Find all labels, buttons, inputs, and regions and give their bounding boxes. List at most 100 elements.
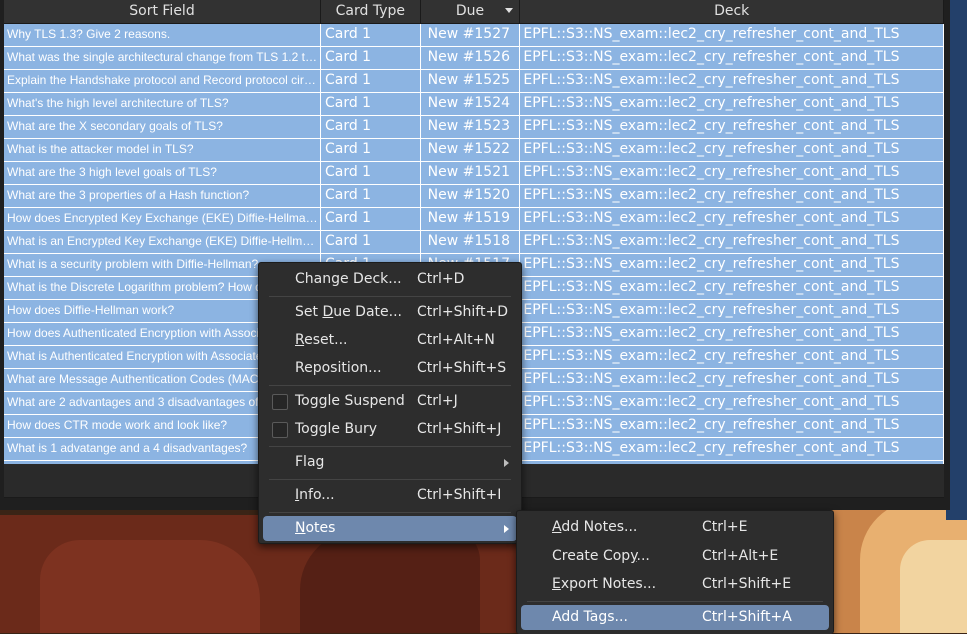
cell-card-type: Card 1 [321,93,421,115]
menu-item-shortcut: Ctrl+Alt+E [702,548,779,564]
cell-deck: EPFL::S3::NS_exam::lec2_cry_refresher_co… [520,24,944,46]
checkbox-icon [272,422,288,438]
cell-sort-field: What are the 3 properties of a Hash func… [4,185,321,207]
sort-descending-icon [505,8,514,13]
cell-deck: EPFL::S3::NS_exam::lec2_cry_refresher_co… [520,93,944,115]
table-row[interactable]: What are the 3 properties of a Hash func… [4,185,944,208]
menu-item-export-notes[interactable]: Export Notes... Ctrl+Shift+E [521,572,829,597]
menu-item-shortcut: Ctrl+Shift+I [417,487,502,503]
menu-item-label: Export Notes... [552,576,657,592]
cell-deck: EPFL::S3::NS_exam::lec2_cry_refresher_co… [520,254,944,276]
cell-due: New #1526 [421,47,521,69]
cell-card-type: Card 1 [321,70,421,92]
context-menu: Change Deck... Ctrl+D Set Due Date... Ct… [258,262,522,544]
menu-item-label: Notes [295,520,336,536]
cell-due: New #1520 [421,185,521,207]
cell-deck: EPFL::S3::NS_exam::lec2_cry_refresher_co… [520,346,944,368]
menu-item-add-notes[interactable]: Add Notes... Ctrl+E [521,515,829,540]
menu-item-shortcut: Ctrl+Shift+E [702,576,792,592]
cell-sort-field: What was the single architectural change… [4,47,321,69]
table-row[interactable]: What's the high level architecture of TL… [4,93,944,116]
table-row[interactable]: What was the single architectural change… [4,47,944,70]
column-header-due-label: Due [455,3,485,19]
menu-item-flag[interactable]: Flag [263,450,517,475]
table-row[interactable]: Why TLS 1.3? Give 2 reasons. Card 1 New #1… [4,24,944,47]
cell-card-type: Card 1 [321,139,421,161]
submenu-arrow-icon [504,525,509,533]
table-row[interactable]: What is the attacker model in TLS? Card 1… [4,139,944,162]
cell-sort-field: What is the attacker model in TLS? [4,139,321,161]
cell-deck: EPFL::S3::NS_exam::lec2_cry_refresher_co… [520,231,944,253]
cell-deck: EPFL::S3::NS_exam::lec2_cry_refresher_co… [520,300,944,322]
checkbox-icon [272,394,288,410]
cell-due: New #1519 [421,208,521,230]
submenu-arrow-icon [504,459,509,467]
cell-deck: EPFL::S3::NS_exam::lec2_cry_refresher_co… [520,415,944,437]
menu-separator [269,296,511,297]
cell-deck: EPFL::S3::NS_exam::lec2_cry_refresher_co… [520,185,944,207]
cell-deck: EPFL::S3::NS_exam::lec2_cry_refresher_co… [520,392,944,414]
menu-item-notes[interactable]: Notes [263,516,517,541]
column-header-due[interactable]: Due [421,0,521,23]
cell-sort-field: How does Encrypted Key Exchange (EKE) Di… [4,208,321,230]
table-row[interactable]: What are the 3 high level goals of TLS? C… [4,162,944,185]
menu-item-shortcut: Ctrl+Shift+D [417,304,508,320]
menu-item-reposition[interactable]: Reposition... Ctrl+Shift+S [263,356,517,381]
menu-separator [269,385,511,386]
menu-item-info[interactable]: Info... Ctrl+Shift+I [263,483,517,508]
cell-due: New #1522 [421,139,521,161]
cell-card-type: Card 1 [321,208,421,230]
menu-item-shortcut: Ctrl+Shift+J [417,421,502,437]
column-header-card-type[interactable]: Card Type [321,0,421,23]
menu-item-change-deck[interactable]: Change Deck... Ctrl+D [263,267,517,292]
menu-item-label: Info... [295,487,335,503]
menu-item-set-due-date[interactable]: Set Due Date... Ctrl+Shift+D [263,300,517,325]
menu-item-label: Reset... [295,332,348,348]
menu-item-shortcut: Ctrl+E [702,519,748,535]
cell-deck: EPFL::S3::NS_exam::lec2_cry_refresher_co… [520,70,944,92]
cell-deck: EPFL::S3::NS_exam::lec2_cry_refresher_co… [520,116,944,138]
cell-due: New #1525 [421,70,521,92]
menu-item-toggle-bury[interactable]: Toggle Bury Ctrl+Shift+J [263,417,517,442]
table-row[interactable]: What is an Encrypted Key Exchange (EKE) … [4,231,944,254]
table-header: Sort Field Card Type Due Deck [4,0,944,24]
cell-sort-field: What's the high level architecture of TL… [4,93,321,115]
cell-card-type: Card 1 [321,185,421,207]
cell-sort-field: Explain the Handshake protocol and Recor… [4,70,321,92]
cell-due: New #1521 [421,162,521,184]
menu-separator [269,512,511,513]
menu-item-label: Set Due Date... [295,304,402,320]
cell-sort-field: What are the X secondary goals of TLS? [4,116,321,138]
cell-deck: EPFL::S3::NS_exam::lec2_cry_refresher_co… [520,438,944,460]
table-row[interactable]: How does Encrypted Key Exchange (EKE) Di… [4,208,944,231]
menu-item-label: Add Tags... [552,609,628,625]
column-header-deck[interactable]: Deck [520,0,944,23]
menu-item-shortcut: Ctrl+J [417,393,458,409]
menu-item-label: Change Deck... [295,271,402,287]
cell-card-type: Card 1 [321,47,421,69]
menu-item-toggle-suspend[interactable]: Toggle Suspend Ctrl+J [263,389,517,414]
cell-deck: EPFL::S3::NS_exam::lec2_cry_refresher_co… [520,208,944,230]
menu-item-add-tags[interactable]: Add Tags... Ctrl+Shift+A [521,605,829,630]
cell-deck: EPFL::S3::NS_exam::lec2_cry_refresher_co… [520,47,944,69]
cell-card-type: Card 1 [321,231,421,253]
menu-item-label: Toggle Suspend [295,393,405,409]
menu-item-label: Add Notes... [552,519,638,535]
menu-item-shortcut: Ctrl+Shift+S [417,360,507,376]
menu-item-reset[interactable]: Reset... Ctrl+Alt+N [263,328,517,353]
menu-item-create-copy[interactable]: Create Copy... Ctrl+Alt+E [521,544,829,569]
cell-card-type: Card 1 [321,116,421,138]
column-header-sort-field[interactable]: Sort Field [4,0,321,23]
menu-item-label: Create Copy... [552,548,650,564]
menu-item-shortcut: Ctrl+D [417,271,465,287]
menu-separator [527,601,823,602]
cell-due: New #1518 [421,231,521,253]
table-row[interactable]: What are the X secondary goals of TLS? Ca… [4,116,944,139]
cell-card-type: Card 1 [321,24,421,46]
cell-deck: EPFL::S3::NS_exam::lec2_cry_refresher_co… [520,162,944,184]
menu-separator [269,479,511,480]
cell-card-type: Card 1 [321,162,421,184]
table-row[interactable]: Explain the Handshake protocol and Recor… [4,70,944,93]
cell-deck: EPFL::S3::NS_exam::lec2_cry_refresher_co… [520,369,944,391]
cell-deck: EPFL::S3::NS_exam::lec2_cry_refresher_co… [520,139,944,161]
